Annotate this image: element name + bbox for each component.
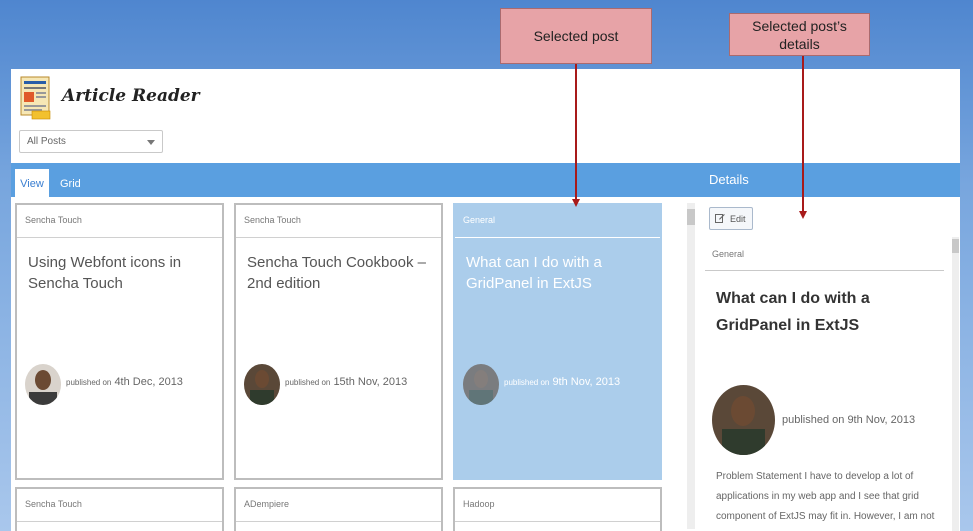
post-list: Sencha Touch Using Webfont icons in Senc… bbox=[11, 197, 699, 531]
article-reader-app: Article Reader All Posts View Grid Detai… bbox=[11, 69, 960, 531]
post-card[interactable]: Sencha Touch Using Webfont icons in Senc… bbox=[15, 203, 224, 480]
post-card[interactable]: Sencha Touch bbox=[15, 487, 224, 531]
post-category: General bbox=[463, 215, 496, 225]
arrow-down-icon bbox=[572, 199, 580, 207]
callout-selected-post: Selected post bbox=[500, 8, 652, 64]
post-published: published on 4th Dec, 2013 bbox=[66, 376, 183, 388]
post-category: Hadoop bbox=[463, 499, 495, 509]
divider bbox=[455, 237, 660, 238]
post-category: Sencha Touch bbox=[25, 499, 82, 509]
scrollbar-thumb[interactable] bbox=[952, 239, 959, 253]
post-category: ADempiere bbox=[244, 499, 290, 509]
pencil-icon bbox=[715, 214, 725, 223]
details-panel: Edit General What can I do with a GridPa… bbox=[699, 197, 960, 531]
details-scrollbar[interactable] bbox=[952, 237, 959, 531]
edit-button[interactable]: Edit bbox=[709, 207, 753, 230]
author-avatar bbox=[712, 385, 775, 455]
scrollbar-thumb[interactable] bbox=[687, 209, 695, 225]
post-title: Sencha Touch Cookbook – 2nd edition bbox=[247, 254, 427, 292]
newspaper-logo-icon bbox=[20, 76, 51, 120]
arrow-line bbox=[802, 56, 804, 211]
details-category: General bbox=[712, 249, 745, 259]
post-published: published on 9th Nov, 2013 bbox=[504, 376, 621, 388]
post-card[interactable]: Sencha Touch Sencha Touch Cookbook – 2nd… bbox=[234, 203, 443, 480]
divider bbox=[455, 521, 660, 522]
post-title: Using Webfont icons in Sencha Touch bbox=[28, 254, 182, 292]
arrow-down-icon bbox=[799, 211, 807, 219]
post-published: published on 15th Nov, 2013 bbox=[285, 376, 408, 388]
details-title: What can I do with a GridPanel in ExtJS bbox=[716, 290, 870, 334]
tab-grid[interactable]: Grid bbox=[60, 169, 81, 197]
divider bbox=[17, 521, 222, 522]
chevron-down-icon bbox=[147, 140, 155, 145]
arrow-line bbox=[575, 64, 577, 199]
post-category: Sencha Touch bbox=[25, 215, 82, 225]
post-category: Sencha Touch bbox=[244, 215, 301, 225]
tab-view[interactable]: View bbox=[15, 169, 49, 197]
post-card[interactable]: Hadoop bbox=[453, 487, 662, 531]
list-scrollbar[interactable] bbox=[687, 203, 695, 529]
callout-selected-details: Selected post’s details bbox=[729, 13, 870, 56]
author-avatar bbox=[25, 364, 61, 405]
post-filter-value: All Posts bbox=[27, 136, 66, 147]
post-title: What can I do with a GridPanel in ExtJS bbox=[466, 254, 602, 292]
author-avatar bbox=[463, 364, 499, 405]
divider bbox=[236, 237, 441, 238]
app-title: Article Reader bbox=[62, 86, 200, 106]
post-filter-select[interactable]: All Posts bbox=[19, 130, 163, 153]
details-panel-title: Details bbox=[709, 172, 749, 187]
divider bbox=[17, 237, 222, 238]
author-avatar bbox=[244, 364, 280, 405]
details-body: Problem Statement I have to develop a lo… bbox=[716, 471, 935, 522]
tab-bar: View Grid Details bbox=[11, 163, 960, 197]
post-card-selected[interactable]: General What can I do with a GridPanel i… bbox=[453, 203, 662, 480]
divider bbox=[705, 270, 944, 271]
post-card[interactable]: ADempiere bbox=[234, 487, 443, 531]
divider bbox=[236, 521, 441, 522]
details-published: published on 9th Nov, 2013 bbox=[782, 414, 916, 426]
